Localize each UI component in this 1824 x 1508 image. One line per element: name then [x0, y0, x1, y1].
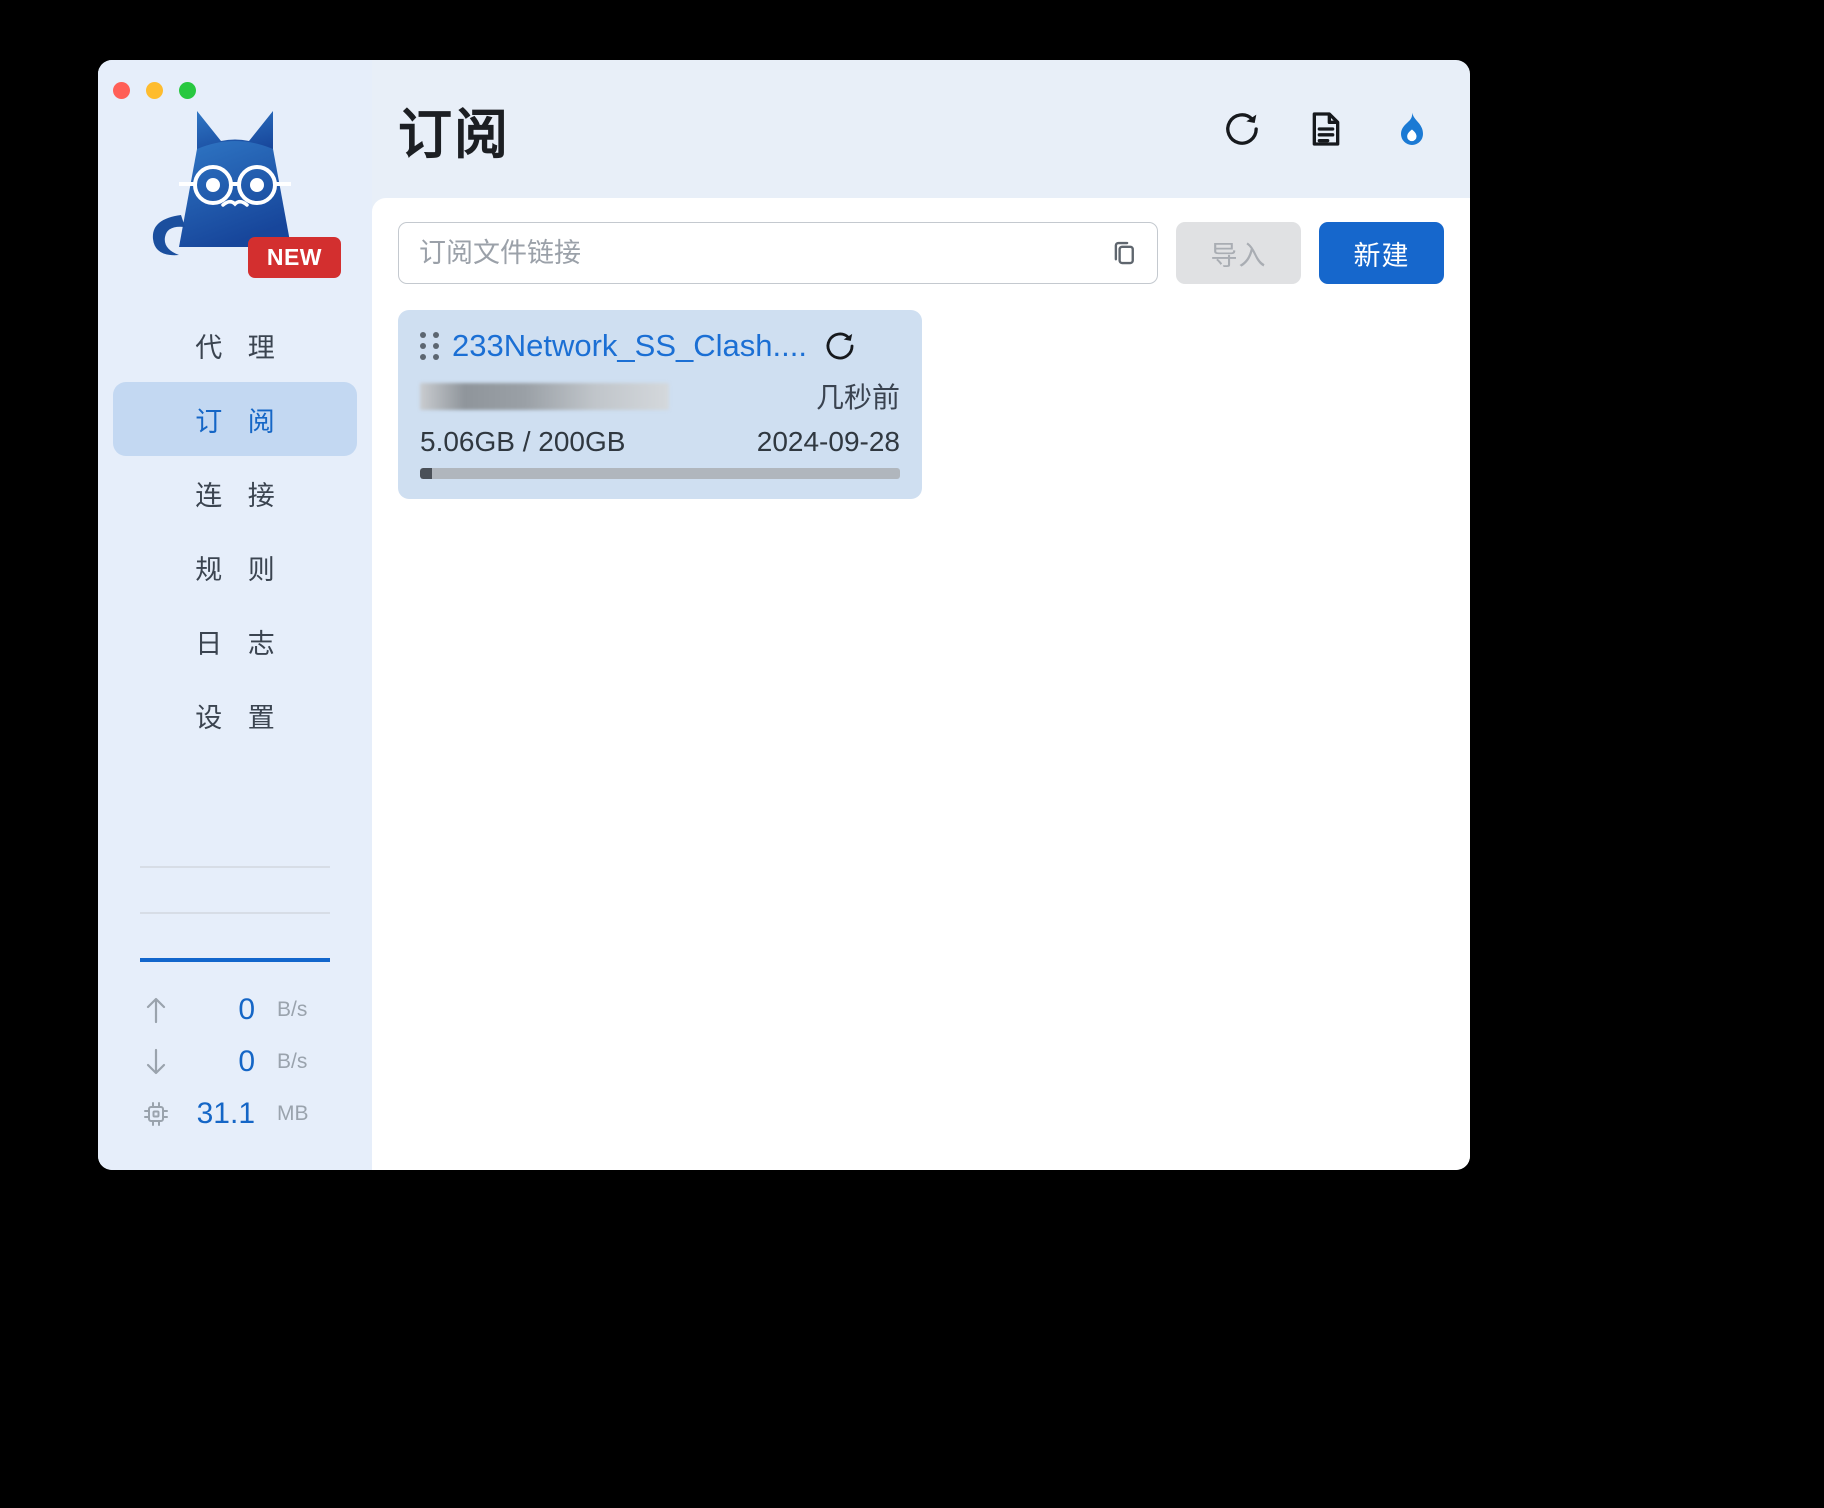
subscription-usage-row: 5.06GB / 200GB 2024-09-28 [420, 426, 900, 458]
sidebar-dividers [140, 866, 330, 970]
page-title: 订阅 [398, 104, 510, 165]
subscription-data-usage: 5.06GB / 200GB [420, 426, 626, 457]
content-panel: 导入 新建 233Network_SS_Clash.... [372, 198, 1470, 1170]
subscription-progress-bar [420, 468, 900, 479]
refresh-icon[interactable] [1222, 109, 1262, 149]
new-badge: NEW [247, 237, 341, 278]
copy-icon[interactable] [1109, 238, 1139, 268]
subscription-toolbar: 导入 新建 [398, 222, 1444, 284]
file-document-icon[interactable] [1306, 109, 1346, 149]
download-speed-unit: B/s [277, 1050, 308, 1073]
arrow-up-icon [135, 995, 177, 1025]
subscription-card-header: 233Network_SS_Clash.... [420, 328, 900, 364]
flame-icon[interactable] [1390, 109, 1430, 149]
sidebar-item-connections[interactable]: 连 接 [113, 456, 357, 530]
close-button[interactable] [113, 82, 130, 99]
sidebar-nav: 代 理 订 阅 连 接 规 则 日 志 设 置 [98, 308, 372, 752]
sidebar-item-subscription[interactable]: 订 阅 [113, 382, 357, 456]
subscription-url-row: 几秒前 [420, 376, 900, 416]
traffic-stats: 0 B/s 0 B/s 31.1 MB [135, 970, 335, 1170]
memory-usage-value: 31.1 [196, 1097, 255, 1130]
upload-speed-value: 0 [238, 993, 255, 1026]
memory-chip-icon [135, 1100, 177, 1128]
sidebar-item-settings[interactable]: 设 置 [113, 678, 357, 752]
sidebar-item-proxy[interactable]: 代 理 [113, 308, 357, 382]
sidebar: NEW 代 理 订 阅 连 接 规 则 日 志 设 置 0 B/s 0 B/s … [98, 60, 372, 1170]
subscription-refresh-icon[interactable] [823, 329, 857, 363]
page-header: 订阅 [372, 60, 1470, 198]
stat-row-memory: 31.1 MB [135, 1088, 335, 1140]
subscription-url-input[interactable] [419, 237, 1109, 269]
upload-speed-unit: B/s [277, 998, 308, 1021]
sidebar-item-logs[interactable]: 日 志 [113, 604, 357, 678]
sidebar-item-rules[interactable]: 规 则 [113, 530, 357, 604]
app-logo: NEW [135, 97, 341, 282]
subscription-updated-time: 几秒前 [815, 382, 900, 413]
drag-handle-icon[interactable] [420, 332, 440, 360]
subscription-progress-fill [420, 468, 432, 479]
subscription-card[interactable]: 233Network_SS_Clash.... 几秒前 5.06GB / 200… [398, 310, 922, 499]
subscription-expire-date: 2024-09-28 [756, 426, 900, 457]
app-window: NEW 代 理 订 阅 连 接 规 则 日 志 设 置 0 B/s 0 B/s … [98, 60, 1470, 1170]
subscription-url-field[interactable] [398, 222, 1158, 284]
arrow-down-icon [135, 1047, 177, 1077]
subscription-url-redacted [420, 382, 669, 410]
new-subscription-button[interactable]: 新建 [1319, 222, 1444, 284]
stat-row-upload: 0 B/s [135, 984, 335, 1036]
divider-line-accent [140, 958, 330, 962]
memory-usage-unit: MB [277, 1102, 309, 1125]
subscription-list: 233Network_SS_Clash.... 几秒前 5.06GB / 200… [398, 310, 1444, 499]
header-actions [1222, 109, 1430, 149]
subscription-title[interactable]: 233Network_SS_Clash.... [452, 328, 807, 364]
download-speed-value: 0 [238, 1045, 255, 1078]
main-area: 订阅 订阅文件链接 导入 新建 233Network_SS_Clash.... … [372, 60, 1470, 1170]
stat-row-download: 0 B/s [135, 1036, 335, 1088]
import-button[interactable]: 导入 [1176, 222, 1301, 284]
